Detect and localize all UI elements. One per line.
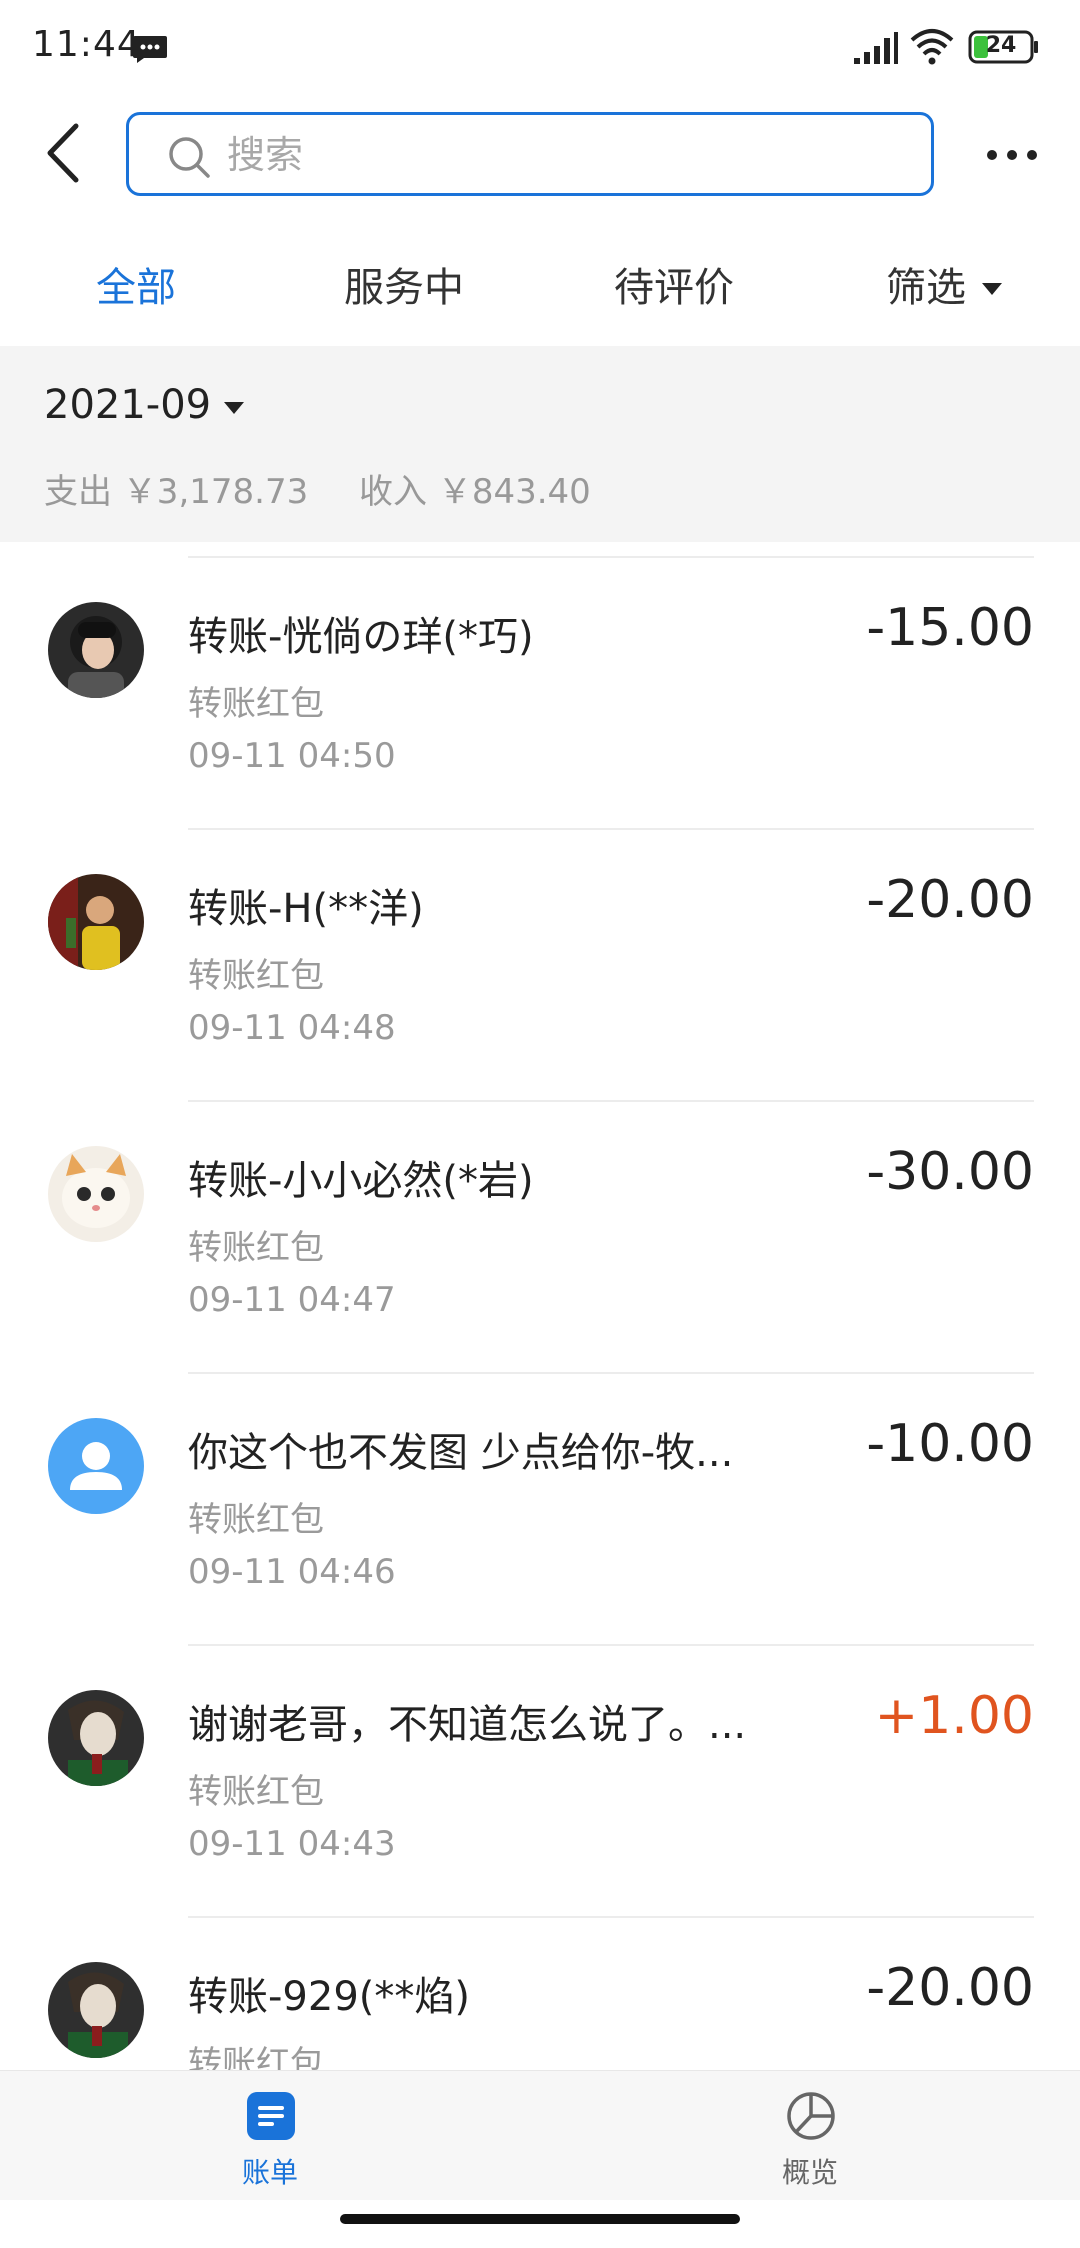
search-icon — [169, 137, 210, 178]
summary-totals: 支出 ￥3,178.73 收入 ￥843.40 — [44, 464, 631, 513]
transaction-type: 转账红包 — [188, 1500, 324, 1540]
divider — [188, 828, 1034, 830]
transaction-amount: -30.00 — [866, 1142, 1034, 1202]
transaction-time: 09-11 04:46 — [188, 1552, 396, 1592]
nav-bills[interactable]: 账单 — [220, 2091, 320, 2191]
transaction-row[interactable]: 转账-恍倘の珜(*巧) 转账红包 09-11 04:50 -15.00 — [0, 556, 1080, 828]
transaction-row[interactable]: 转账-H(**洋) 转账红包 09-11 04:48 -20.00 — [0, 828, 1080, 1100]
transaction-list: 转账-恍倘の珜(*巧) 转账红包 09-11 04:50 -15.00 转账-H… — [0, 542, 1080, 2070]
transaction-amount: -20.00 — [866, 1958, 1034, 2018]
divider — [188, 1372, 1034, 1374]
transaction-amount: -10.00 — [866, 1414, 1034, 1474]
tab-in-service[interactable]: 服务中 — [344, 258, 464, 318]
avatar — [48, 874, 144, 970]
nav-overview-label: 概览 — [781, 2156, 838, 2189]
bottom-nav: 账单 概览 — [0, 2070, 1080, 2200]
status-bar: 11:44 24 — [0, 0, 1080, 96]
status-time: 11:44 — [32, 24, 141, 65]
message-icon — [133, 36, 167, 63]
nav-bills-label: 账单 — [241, 2156, 298, 2189]
transaction-amount: -15.00 — [866, 598, 1034, 658]
transaction-title: 转账-小小必然(*岩) — [188, 1158, 534, 1204]
transaction-type: 转账红包 — [188, 1228, 324, 1268]
divider — [188, 1100, 1034, 1102]
search-input[interactable] — [227, 125, 887, 185]
pie-chart-icon — [787, 2092, 835, 2140]
transaction-time: 09-11 04:43 — [188, 1824, 396, 1864]
transaction-amount: +1.00 — [874, 1686, 1034, 1746]
month-summary: 2021-09 支出 ￥3,178.73 收入 ￥843.40 — [0, 346, 1080, 542]
transaction-type: 转账红包 — [188, 1772, 324, 1812]
transaction-type: 转账红包 — [188, 684, 324, 724]
transaction-type: 转账红包 — [188, 2044, 324, 2070]
avatar — [48, 1962, 144, 2058]
transaction-time: 09-11 04:48 — [188, 1008, 396, 1048]
more-options-icon[interactable] — [986, 140, 1038, 170]
battery-level: 24 — [985, 33, 1017, 58]
back-button[interactable] — [40, 118, 90, 188]
divider — [188, 1916, 1034, 1918]
home-indicator[interactable] — [340, 2214, 740, 2224]
transaction-title: 转账-恍倘の珜(*巧) — [188, 614, 534, 660]
tab-bar: 全部 服务中 待评价 筛选 — [0, 240, 1080, 346]
default-user-icon — [48, 1418, 144, 1514]
transaction-time: 09-11 04:50 — [188, 736, 396, 776]
tab-all[interactable]: 全部 — [96, 258, 176, 318]
transaction-title: 转账-H(**洋) — [188, 886, 424, 932]
bill-icon — [247, 2092, 295, 2140]
transaction-row[interactable]: 转账-929(**焰) 转账红包 -20.00 — [0, 1916, 1080, 2070]
caret-down-icon[interactable] — [222, 400, 246, 416]
transaction-title: 谢谢老哥，不知道怎么说了。... — [188, 1702, 747, 1748]
transaction-time: 09-11 04:47 — [188, 1280, 396, 1320]
divider — [188, 1644, 1034, 1646]
income-total: 收入 ￥843.40 — [359, 472, 591, 512]
avatar — [48, 1690, 144, 1786]
transaction-row[interactable]: 你这个也不发图 少点给你-牧... 转账红包 09-11 04:46 -10.0… — [0, 1372, 1080, 1644]
transaction-title: 转账-929(**焰) — [188, 1974, 470, 2020]
transaction-row[interactable]: 谢谢老哥，不知道怎么说了。... 转账红包 09-11 04:43 +1.00 — [0, 1644, 1080, 1916]
wifi-icon — [910, 29, 954, 65]
tab-filter[interactable]: 筛选 — [886, 258, 966, 318]
expense-total: 支出 ￥3,178.73 — [44, 472, 309, 512]
signal-icon — [854, 32, 898, 64]
transaction-amount: -20.00 — [866, 870, 1034, 930]
avatar — [48, 602, 144, 698]
search-box[interactable] — [126, 112, 934, 196]
transaction-type: 转账红包 — [188, 956, 324, 996]
nav-overview[interactable]: 概览 — [760, 2091, 860, 2191]
transaction-row[interactable]: 转账-小小必然(*岩) 转账红包 09-11 04:47 -30.00 — [0, 1100, 1080, 1372]
transaction-title: 你这个也不发图 少点给你-牧... — [188, 1430, 734, 1476]
tab-pending-review[interactable]: 待评价 — [614, 258, 734, 318]
divider — [188, 556, 1034, 558]
month-selector[interactable]: 2021-09 — [44, 382, 211, 428]
caret-down-icon[interactable] — [980, 280, 1004, 298]
avatar — [48, 1146, 144, 1242]
